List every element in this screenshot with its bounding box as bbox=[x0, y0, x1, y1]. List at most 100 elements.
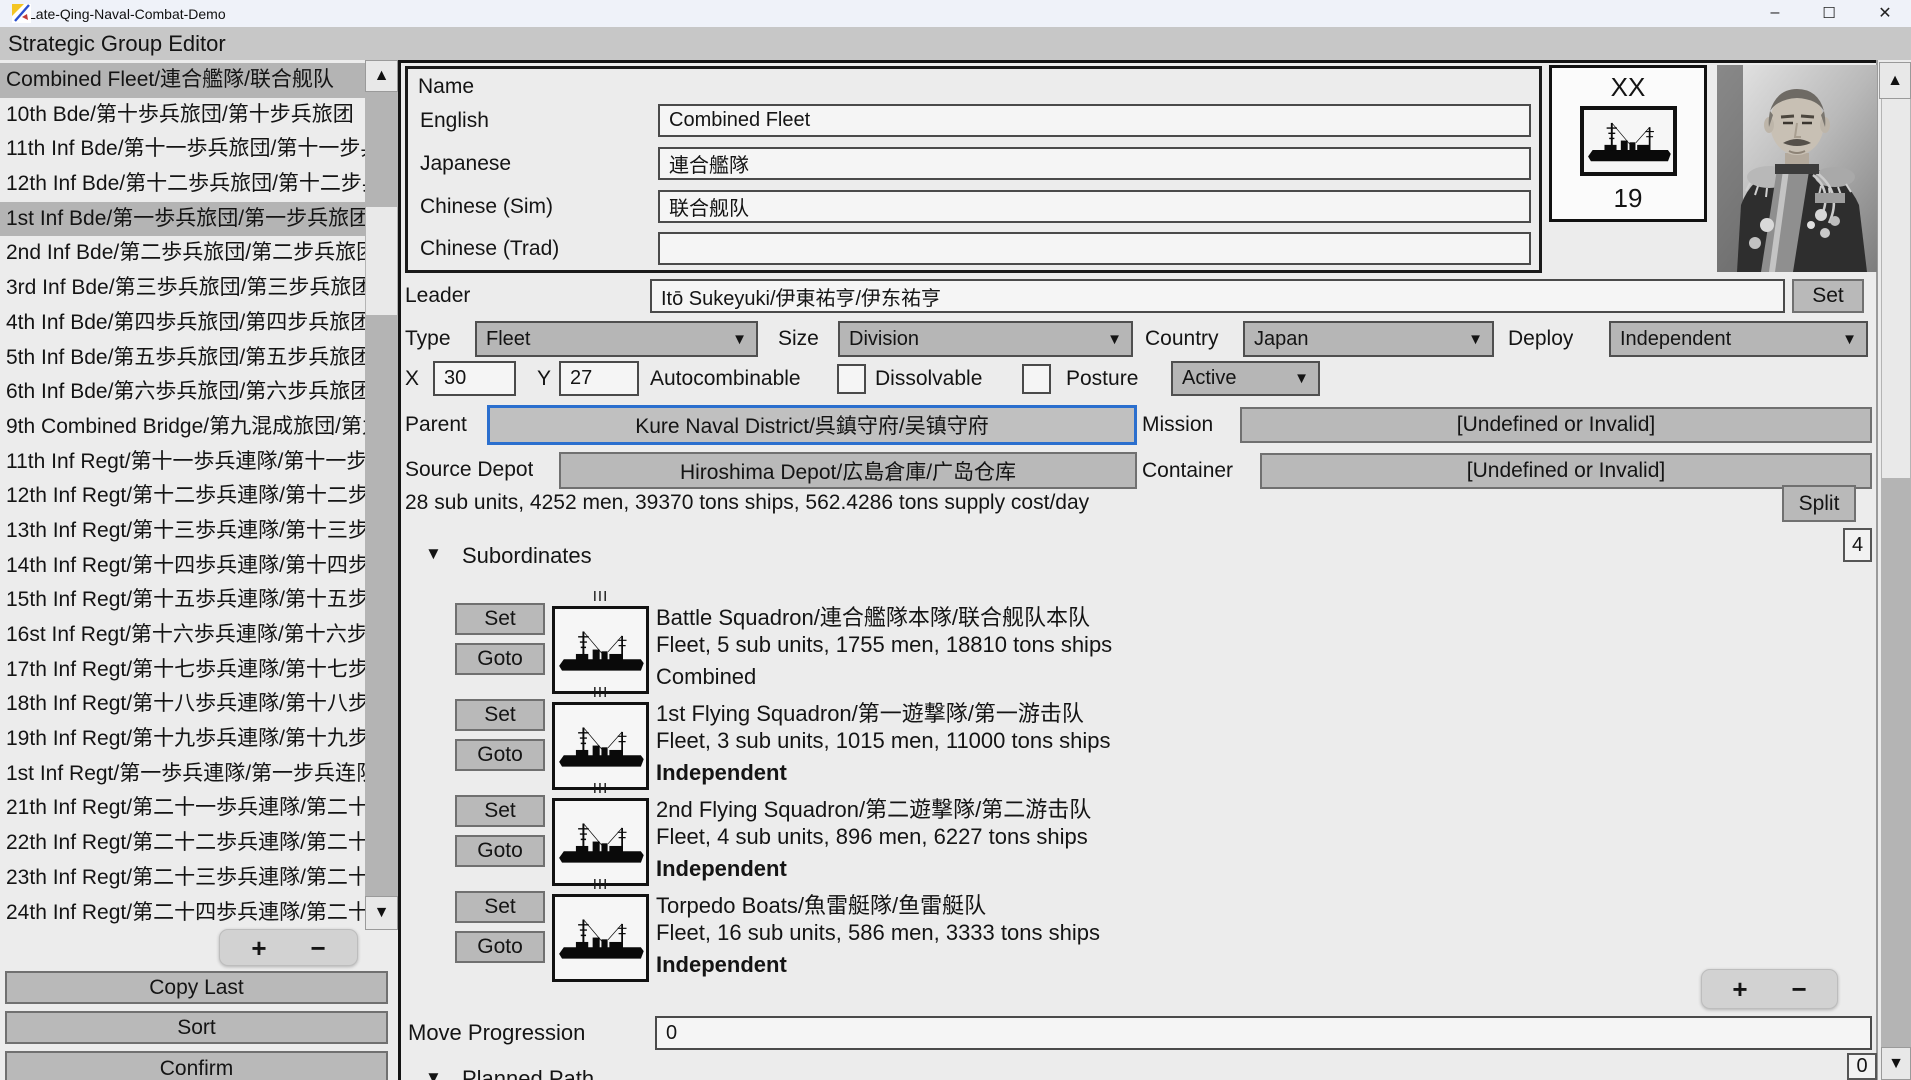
subordinate-goto-button[interactable]: Goto bbox=[455, 931, 545, 963]
copy-last-button[interactable]: Copy Last bbox=[5, 971, 388, 1004]
mission-label: Mission bbox=[1142, 407, 1213, 443]
list-item[interactable]: 1st Inf Regt/第一歩兵連隊/第一步兵连队 bbox=[0, 757, 365, 792]
app-window: Late-Qing-Naval-Combat-Demo – ☐ ✕ Strate… bbox=[0, 0, 1911, 1080]
dissolvable-checkbox[interactable] bbox=[1022, 364, 1051, 394]
subordinate-remove-button[interactable]: − bbox=[1792, 976, 1807, 1002]
subordinate-deploy: Combined bbox=[656, 664, 756, 690]
chevron-down-icon: ▼ bbox=[1468, 331, 1483, 348]
panel-divider bbox=[398, 60, 401, 1080]
size-label: Size bbox=[778, 321, 819, 357]
close-button[interactable]: ✕ bbox=[1862, 0, 1908, 26]
country-dropdown[interactable]: Japan ▼ bbox=[1243, 321, 1494, 357]
list-item[interactable]: 3rd Inf Bde/第三歩兵旅団/第三步兵旅团 bbox=[0, 271, 365, 306]
subordinate-ship-frame bbox=[552, 702, 649, 790]
subordinate-deploy: Independent bbox=[656, 952, 787, 978]
parent-label: Parent bbox=[405, 405, 467, 445]
list-item[interactable]: 6th Inf Bde/第六歩兵旅団/第六步兵旅团 bbox=[0, 375, 365, 410]
type-dropdown[interactable]: Fleet ▼ bbox=[475, 321, 758, 357]
sidebar-scroll-down-button[interactable]: ▼ bbox=[365, 896, 398, 930]
subordinate-add-button[interactable]: + bbox=[1732, 976, 1747, 1002]
subordinates-header: Subordinates bbox=[462, 541, 592, 571]
posture-dropdown[interactable]: Active ▼ bbox=[1171, 361, 1320, 396]
english-name-field[interactable]: Combined Fleet bbox=[658, 104, 1531, 137]
list-item[interactable]: Combined Fleet/連合艦隊/联合舰队 bbox=[0, 63, 365, 98]
deploy-label: Deploy bbox=[1508, 321, 1573, 357]
subordinate-stats: Fleet, 5 sub units, 1755 men, 18810 tons… bbox=[656, 632, 1112, 658]
autocombinable-checkbox[interactable] bbox=[837, 364, 866, 394]
list-item[interactable]: 22th Inf Regt/第二十二歩兵連隊/第二十二步兵连队 bbox=[0, 826, 365, 861]
list-item[interactable]: 15th Inf Regt/第十五歩兵連隊/第十五步兵连队 bbox=[0, 583, 365, 618]
japanese-name-field[interactable]: 連合艦隊 bbox=[658, 147, 1531, 180]
subordinate-stats: Fleet, 4 sub units, 896 men, 6227 tons s… bbox=[656, 824, 1088, 850]
y-field[interactable]: 27 bbox=[559, 361, 639, 396]
main-scroll-up-button[interactable]: ▲ bbox=[1879, 62, 1911, 99]
deploy-dropdown[interactable]: Independent ▼ bbox=[1609, 321, 1868, 357]
list-item[interactable]: 19th Inf Regt/第十九歩兵連隊/第十九步兵连队 bbox=[0, 722, 365, 757]
subordinate-set-button[interactable]: Set bbox=[455, 795, 545, 827]
list-item[interactable]: 2nd Inf Bde/第二歩兵旅団/第二步兵旅团 bbox=[0, 236, 365, 271]
subordinate-ship-frame bbox=[552, 606, 649, 694]
unit-size-marker: XX bbox=[1552, 72, 1704, 103]
list-item[interactable]: 21th Inf Regt/第二十一歩兵連隊/第二十一步兵连队 bbox=[0, 791, 365, 826]
dissolvable-label: Dissolvable bbox=[875, 361, 982, 396]
parent-button[interactable]: Kure Naval District/呉鎮守府/吴镇守府 bbox=[487, 405, 1137, 445]
list-item[interactable]: 5th Inf Bde/第五歩兵旅団/第五步兵旅团 bbox=[0, 341, 365, 376]
list-item[interactable]: 16st Inf Regt/第十六歩兵連隊/第十六步兵连队 bbox=[0, 618, 365, 653]
chinese-trad-label: Chinese (Trad) bbox=[420, 232, 559, 265]
chevron-down-icon: ▼ bbox=[1842, 331, 1857, 348]
chinese-trad-name-field[interactable] bbox=[658, 232, 1531, 265]
list-item[interactable]: 4th Inf Bde/第四歩兵旅団/第四步兵旅团 bbox=[0, 306, 365, 341]
subordinate-size-marker: III bbox=[552, 588, 649, 605]
source-depot-button[interactable]: Hiroshima Depot/広島倉庫/广岛仓库 bbox=[559, 452, 1137, 489]
sidebar-scrollbar-thumb[interactable] bbox=[366, 207, 397, 315]
chevron-down-icon: ▼ bbox=[1294, 370, 1309, 387]
sidebar-scroll-up-button[interactable]: ▲ bbox=[365, 60, 398, 92]
bottom-counter-field[interactable]: 0 bbox=[1847, 1053, 1877, 1080]
list-item[interactable]: 13th Inf Regt/第十三歩兵連隊/第十三步兵连队 bbox=[0, 514, 365, 549]
minimize-button[interactable]: – bbox=[1752, 0, 1798, 26]
chinese-sim-name-field[interactable]: 联合舰队 bbox=[658, 190, 1531, 223]
x-label: X bbox=[405, 361, 419, 396]
list-item[interactable]: 23th Inf Regt/第二十三歩兵連隊/第二十三步兵连队 bbox=[0, 861, 365, 896]
subordinate-set-button[interactable]: Set bbox=[455, 699, 545, 731]
list-item[interactable]: 18th Inf Regt/第十八歩兵連隊/第十八步兵连队 bbox=[0, 687, 365, 722]
list-item[interactable]: 14th Inf Regt/第十四歩兵連隊/第十四步兵连队 bbox=[0, 549, 365, 584]
move-progression-field[interactable]: 0 bbox=[655, 1016, 1872, 1050]
leader-portrait bbox=[1717, 65, 1877, 272]
add-unit-button[interactable]: + bbox=[251, 935, 266, 961]
japanese-label: Japanese bbox=[420, 147, 511, 180]
subordinate-set-button[interactable]: Set bbox=[455, 603, 545, 635]
list-item[interactable]: 9th Combined Bridge/第九混成旅団/第九混成旅团 bbox=[0, 410, 365, 445]
subordinate-goto-button[interactable]: Goto bbox=[455, 643, 545, 675]
leader-set-button[interactable]: Set bbox=[1792, 279, 1864, 313]
list-item[interactable]: 10th Bde/第十歩兵旅団/第十步兵旅团 bbox=[0, 98, 365, 133]
leader-label: Leader bbox=[405, 279, 470, 313]
split-button[interactable]: Split bbox=[1782, 485, 1856, 522]
subordinate-goto-button[interactable]: Goto bbox=[455, 739, 545, 771]
list-item[interactable]: 12th Inf Regt/第十二歩兵連隊/第十二步兵连队 bbox=[0, 479, 365, 514]
subordinate-set-button[interactable]: Set bbox=[455, 891, 545, 923]
list-item[interactable]: 11th Inf Bde/第十一歩兵旅団/第十一步兵旅团 bbox=[0, 132, 365, 167]
main-scroll-down-button[interactable]: ▼ bbox=[1881, 1047, 1911, 1080]
split-count-field[interactable]: 4 bbox=[1843, 528, 1872, 562]
maximize-button[interactable]: ☐ bbox=[1806, 0, 1852, 26]
main-scrollbar-thumb[interactable] bbox=[1882, 99, 1910, 478]
list-item[interactable]: 17th Inf Regt/第十七歩兵連隊/第十七步兵连队 bbox=[0, 653, 365, 688]
main-top-border bbox=[401, 60, 1878, 63]
list-item[interactable]: 24th Inf Regt/第二十四歩兵連隊/第二十四步兵连队 bbox=[0, 896, 365, 931]
leader-field[interactable]: Itō Sukeyuki/伊東祐亨/伊东祐亨 bbox=[650, 279, 1785, 313]
remove-unit-button[interactable]: − bbox=[311, 935, 326, 961]
sort-button[interactable]: Sort bbox=[5, 1011, 388, 1044]
subordinate-add-remove-panel: + − bbox=[1701, 969, 1838, 1009]
list-item[interactable]: 1st Inf Bde/第一歩兵旅団/第一步兵旅团 bbox=[0, 202, 365, 237]
x-field[interactable]: 30 bbox=[433, 361, 516, 396]
subordinates-collapse-arrow[interactable]: ▼ bbox=[425, 544, 442, 564]
subordinate-goto-button[interactable]: Goto bbox=[455, 835, 545, 867]
confirm-button[interactable]: Confirm bbox=[5, 1051, 388, 1080]
list-item[interactable]: 11th Inf Regt/第十一歩兵連隊/第十一步兵连队 bbox=[0, 445, 365, 480]
size-dropdown[interactable]: Division ▼ bbox=[838, 321, 1133, 357]
mission-button[interactable]: [Undefined or Invalid] bbox=[1240, 407, 1872, 443]
list-item[interactable]: 12th Inf Bde/第十二歩兵旅団/第十二步兵旅团 bbox=[0, 167, 365, 202]
container-button[interactable]: [Undefined or Invalid] bbox=[1260, 453, 1872, 489]
planned-path-collapse-arrow[interactable]: ▼ bbox=[425, 1068, 442, 1080]
